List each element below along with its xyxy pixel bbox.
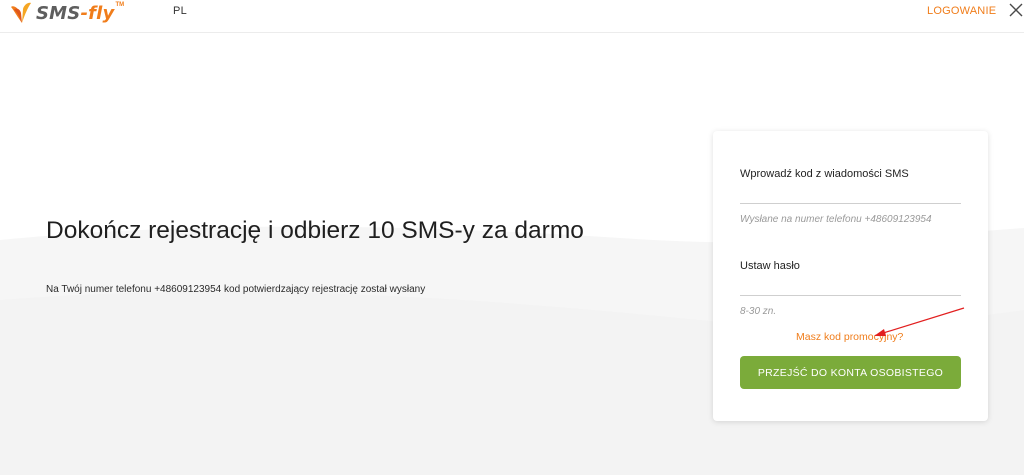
password-hint: 8-30 zn.	[740, 306, 777, 317]
promo-code-link[interactable]: Masz kod promocyjny?	[796, 331, 903, 343]
logo-trademark: TM	[115, 2, 125, 8]
logo-text: SMS-fly	[36, 2, 115, 24]
sms-code-label: Wprowadź kod z wiadomości SMS	[740, 168, 909, 180]
close-icon[interactable]	[1008, 1, 1024, 17]
logo[interactable]: SMS-fly TM	[10, 0, 124, 26]
page-title: Dokończ rejestrację i odbierz 10 SMS-y z…	[46, 217, 584, 244]
top-header: SMS-fly TM PL LOGOWANIE	[0, 0, 1024, 33]
login-link[interactable]: LOGOWANIE	[927, 5, 996, 17]
verification-form-card: Wprowadź kod z wiadomości SMS Wysłane na…	[713, 131, 988, 421]
page-subtitle: Na Twój numer telefonu +48609123954 kod …	[46, 284, 426, 295]
butterfly-logo-icon	[11, 2, 31, 24]
sms-code-input[interactable]	[740, 183, 961, 204]
language-selector[interactable]: PL	[173, 5, 187, 17]
password-input[interactable]	[740, 275, 961, 296]
sms-code-hint: Wysłane na numer telefonu +48609123954	[740, 214, 932, 225]
password-label: Ustaw hasło	[740, 260, 800, 272]
go-to-account-button[interactable]: PRZEJŚĆ DO KONTA OSOBISTEGO	[740, 356, 961, 389]
